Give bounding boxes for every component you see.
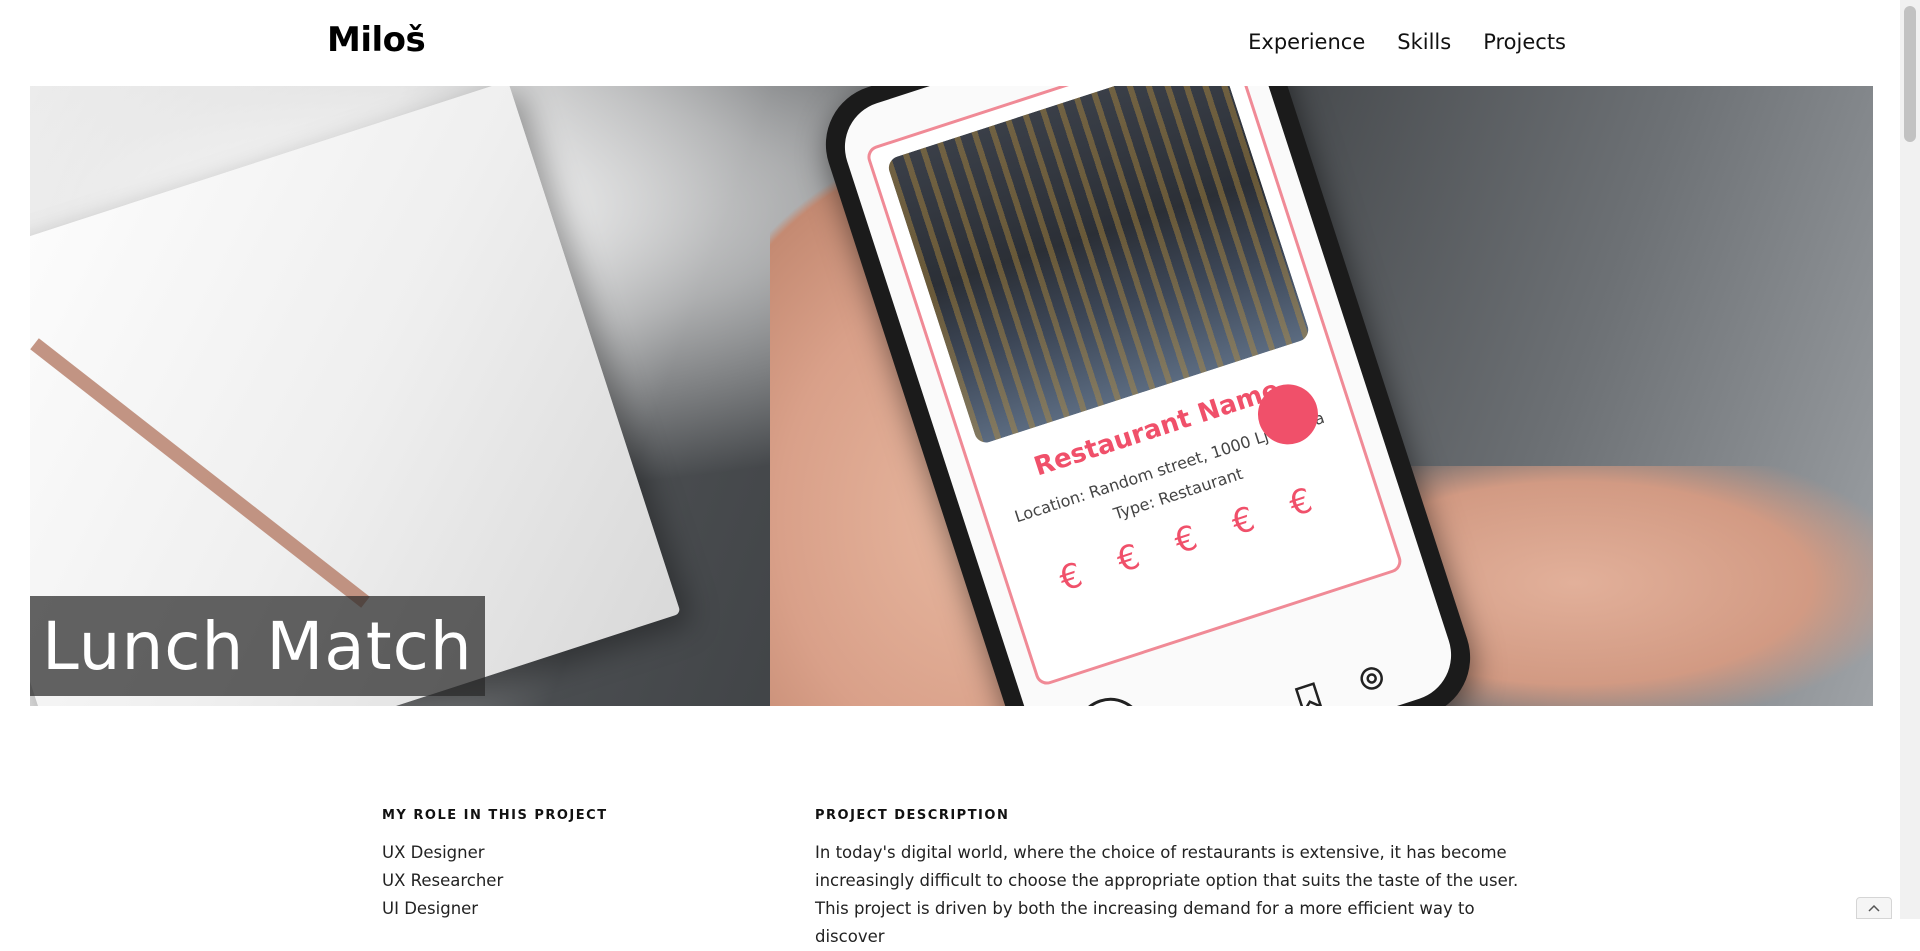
description-heading: PROJECT DESCRIPTION bbox=[815, 808, 1010, 823]
nav-skills[interactable]: Skills bbox=[1397, 30, 1451, 54]
description-text: In today's digital world, where the choi… bbox=[815, 843, 1519, 946]
bookmark-icon bbox=[1294, 681, 1326, 706]
chevron-up-icon[interactable] bbox=[1856, 897, 1892, 919]
role-item: UX Designer bbox=[382, 843, 485, 862]
main-nav: Experience Skills Projects bbox=[1248, 30, 1566, 54]
settings-icon bbox=[1353, 660, 1393, 704]
role-list: UX Designer UX Researcher UI Designer bbox=[382, 839, 742, 923]
role-item: UX Researcher bbox=[382, 871, 504, 890]
role-section: MY ROLE IN THIS PROJECT UX Designer UX R… bbox=[382, 808, 742, 923]
scrollbar-thumb[interactable] bbox=[1904, 6, 1916, 142]
site-header: Miloš Experience Skills Projects bbox=[0, 0, 1900, 86]
phone-tabbar bbox=[1294, 660, 1393, 706]
role-heading: MY ROLE IN THIS PROJECT bbox=[382, 808, 608, 823]
nav-experience[interactable]: Experience bbox=[1248, 30, 1365, 54]
description-section: PROJECT DESCRIPTION In today's digital w… bbox=[815, 808, 1535, 951]
nav-projects[interactable]: Projects bbox=[1483, 30, 1566, 54]
close-icon bbox=[1067, 688, 1154, 706]
page-title: Lunch Match bbox=[42, 607, 473, 685]
hero-title-box: Lunch Match bbox=[30, 596, 485, 696]
logo[interactable]: Miloš bbox=[327, 20, 426, 60]
page-scrollbar[interactable] bbox=[1900, 0, 1920, 919]
hero-image: Restaurant Name Location: Random street,… bbox=[30, 86, 1873, 706]
